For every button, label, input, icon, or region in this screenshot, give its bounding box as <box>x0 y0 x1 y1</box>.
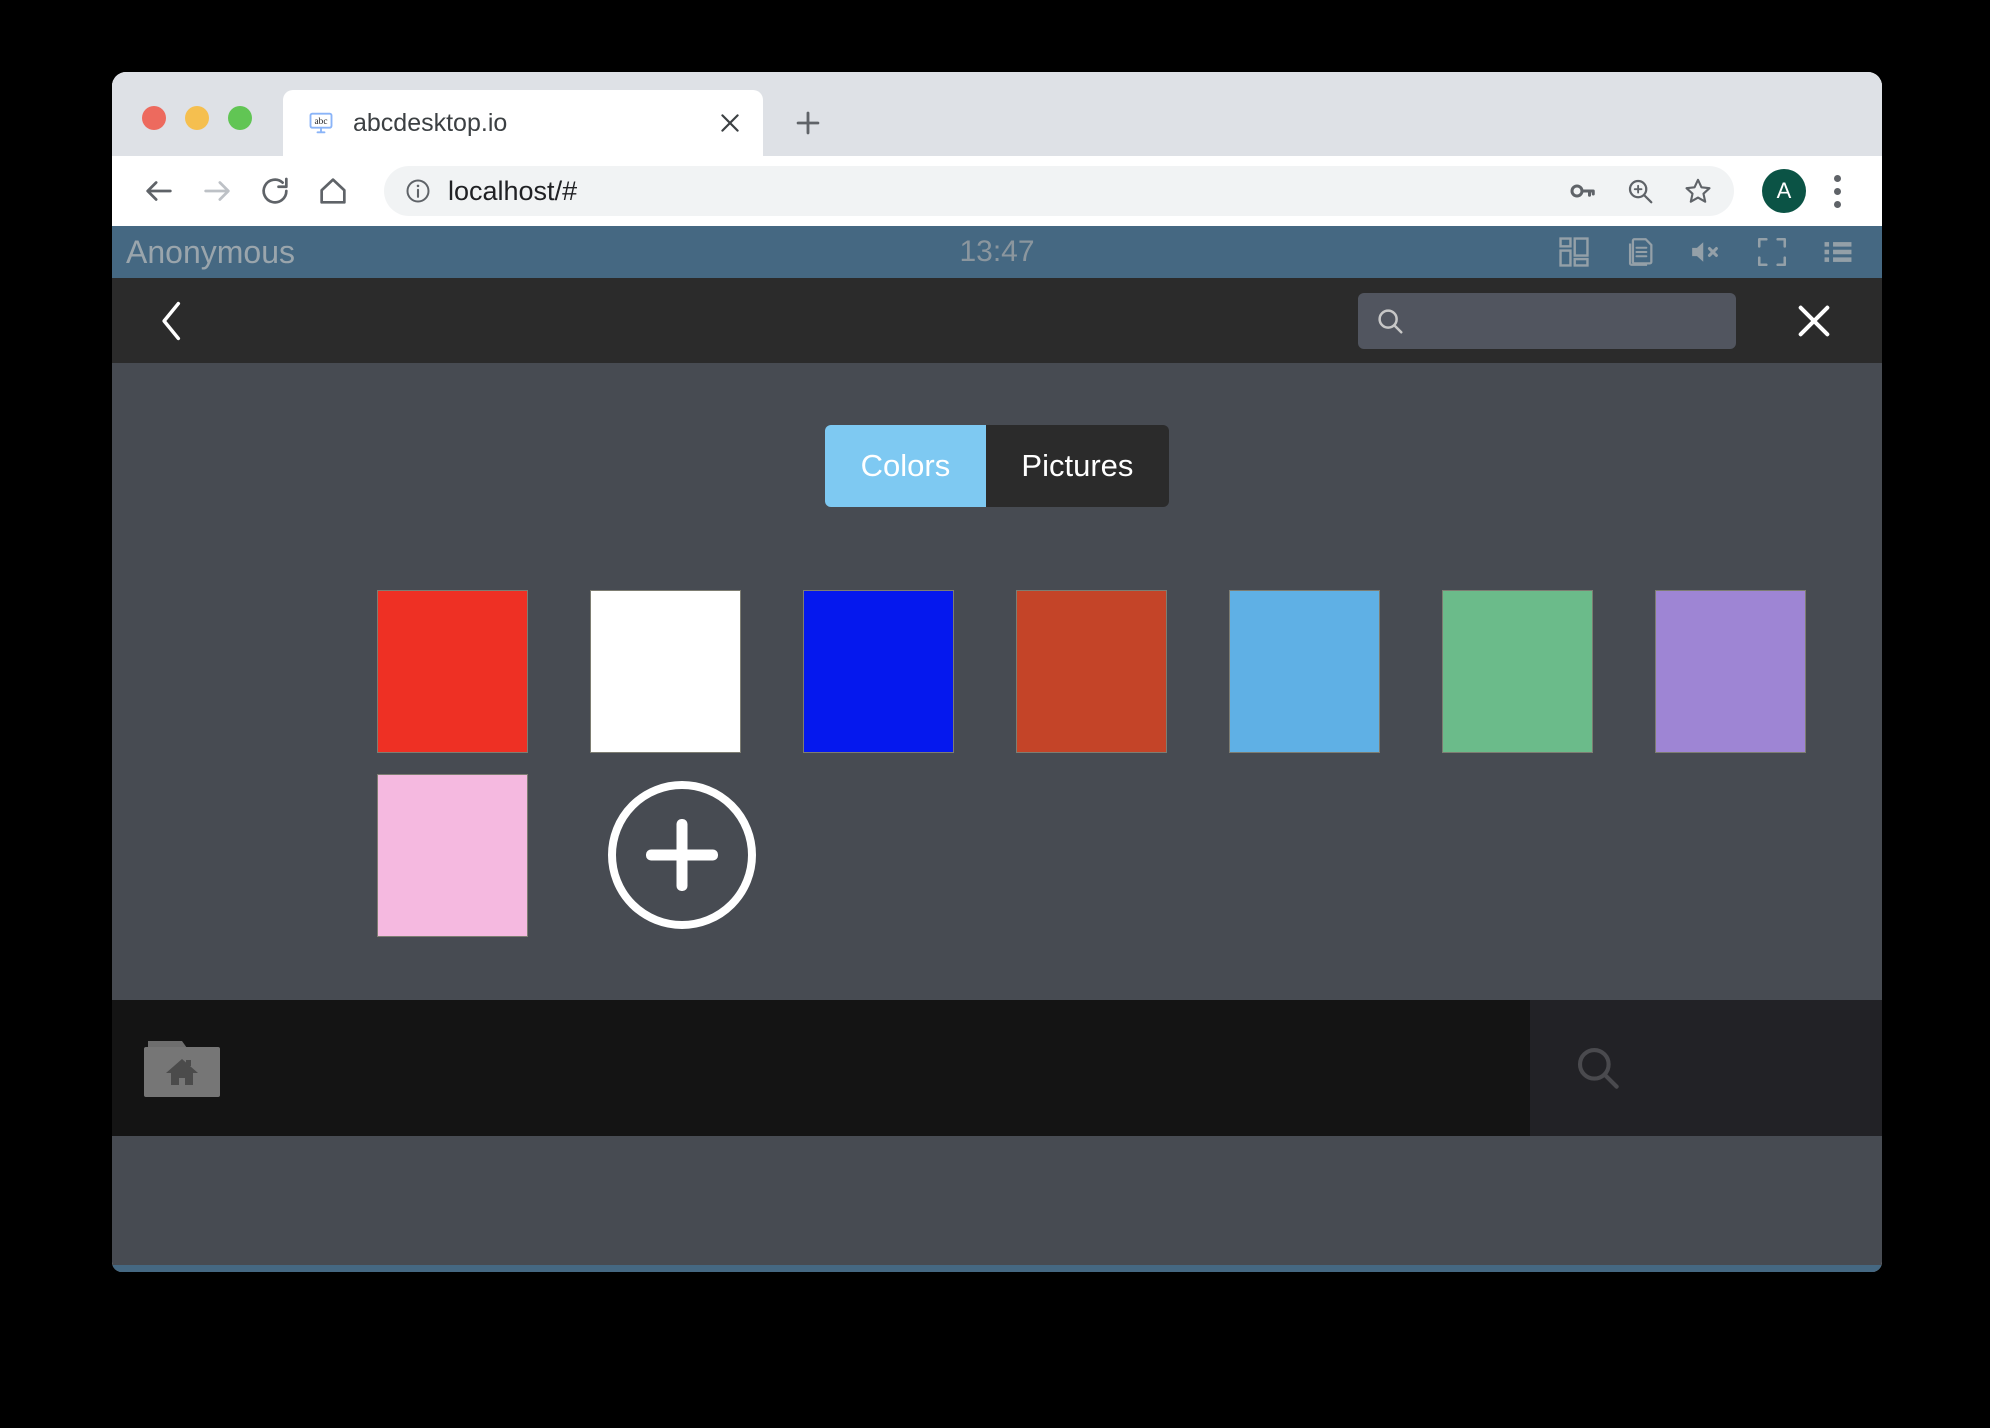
close-icon[interactable] <box>715 108 745 138</box>
swatch-cell <box>1655 590 1868 774</box>
speaker-mute-icon[interactable] <box>1684 232 1728 272</box>
settings-search-box[interactable] <box>1358 292 1736 349</box>
web-page-content: Anonymous 13:47 Colors Pictures <box>112 226 1882 1272</box>
settings-navbar <box>112 278 1882 363</box>
list-menu-icon[interactable] <box>1816 232 1860 272</box>
swatch-blue[interactable] <box>803 590 954 753</box>
maximize-window-button[interactable] <box>228 106 252 130</box>
window-controls <box>112 106 252 156</box>
swatch-white[interactable] <box>590 590 741 753</box>
swatch-red[interactable] <box>377 590 528 753</box>
address-bar[interactable]: localhost/# <box>384 166 1734 216</box>
color-swatch-grid <box>377 590 1877 958</box>
search-icon <box>1374 305 1406 337</box>
tab-colors[interactable]: Colors <box>825 425 986 507</box>
add-swatch-cell <box>590 774 803 958</box>
swatch-sky-blue[interactable] <box>1229 590 1380 753</box>
taskbar-search-box[interactable] <box>1530 1000 1882 1136</box>
desktop-system-icons <box>1552 232 1860 272</box>
search-icon <box>1572 1040 1628 1096</box>
browser-toolbar: localhost/# A <box>112 156 1882 226</box>
swatch-rust[interactable] <box>1016 590 1167 753</box>
info-circle-icon[interactable] <box>404 177 432 205</box>
add-color-button[interactable] <box>608 781 756 929</box>
taskbar-app-list <box>112 1000 1530 1136</box>
svg-text:abc: abc <box>315 117 328 127</box>
address-bar-url: localhost/# <box>448 175 578 206</box>
reload-icon[interactable] <box>246 162 304 220</box>
chevron-left-icon[interactable] <box>142 291 202 351</box>
browser-tab-title: abcdesktop.io <box>353 108 508 137</box>
documents-icon[interactable] <box>1618 232 1662 272</box>
tab-pictures[interactable]: Pictures <box>985 425 1169 507</box>
fullscreen-icon[interactable] <box>1750 232 1794 272</box>
settings-search-input[interactable] <box>1416 307 1720 334</box>
close-window-button[interactable] <box>142 106 166 130</box>
settings-body: Colors Pictures <box>112 363 1882 1136</box>
swatch-green[interactable] <box>1442 590 1593 753</box>
arrow-left-icon[interactable] <box>130 162 188 220</box>
abc-screen-icon: abc <box>307 109 335 137</box>
swatch-cell <box>590 590 803 774</box>
avatar[interactable]: A <box>1762 169 1806 213</box>
arrow-right-icon[interactable] <box>188 162 246 220</box>
desktop-username: Anonymous <box>126 233 295 270</box>
swatch-cell <box>377 590 590 774</box>
home-icon[interactable] <box>304 162 362 220</box>
swatch-cell <box>1442 590 1655 774</box>
tab-strip: abc abcdesktop.io <box>112 72 1882 156</box>
app-grid-icon[interactable] <box>1552 232 1596 272</box>
swatch-cell <box>803 590 1016 774</box>
wallpaper-type-tabs: Colors Pictures <box>825 425 1169 507</box>
three-dots-icon[interactable] <box>1814 168 1860 214</box>
window-bottom-edge <box>112 1265 1882 1272</box>
address-bar-actions <box>1558 167 1722 215</box>
browser-tab[interactable]: abc abcdesktop.io <box>283 90 763 156</box>
desktop-taskbar <box>112 1000 1882 1136</box>
swatch-pink[interactable] <box>377 774 528 937</box>
zoom-in-icon[interactable] <box>1616 167 1664 215</box>
home-folder-icon[interactable] <box>140 1031 232 1105</box>
new-tab-button[interactable] <box>785 100 831 146</box>
star-icon[interactable] <box>1674 167 1722 215</box>
swatch-cell <box>1229 590 1442 774</box>
browser-window: abc abcdesktop.io localhost/# A Anonymou… <box>112 72 1882 1272</box>
key-icon[interactable] <box>1558 167 1606 215</box>
close-icon[interactable] <box>1782 289 1846 353</box>
minimize-window-button[interactable] <box>185 106 209 130</box>
swatch-cell <box>1016 590 1229 774</box>
swatch-cell <box>377 774 590 958</box>
swatch-purple[interactable] <box>1655 590 1806 753</box>
desktop-topbar: Anonymous 13:47 <box>112 226 1882 278</box>
